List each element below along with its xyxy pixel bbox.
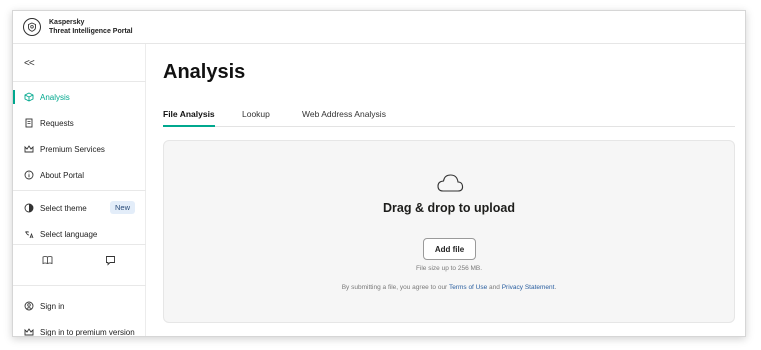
select-theme-label: Select theme	[40, 203, 87, 213]
language-icon	[24, 229, 34, 239]
kaspersky-logo-icon[interactable]	[23, 18, 41, 36]
tab-file-analysis[interactable]: File Analysis	[163, 109, 215, 127]
select-language-item[interactable]: Select language	[13, 224, 146, 244]
crown-icon	[24, 144, 34, 154]
sign-in-label: Sign in	[40, 301, 65, 311]
brand-line-2: Threat Intelligence Portal	[49, 28, 133, 35]
analysis-tabs: File Analysis Lookup Web Address Analysi…	[163, 107, 735, 127]
collapse-sidebar-button[interactable]: <<	[24, 58, 35, 69]
sidebar-item-premium-services[interactable]: Premium Services	[13, 139, 146, 159]
divider	[13, 244, 146, 245]
divider	[13, 190, 146, 191]
crown-icon	[24, 327, 34, 336]
add-file-button[interactable]: Add file	[423, 238, 476, 260]
tab-lookup[interactable]: Lookup	[242, 109, 270, 125]
brand-line-1: Kaspersky	[49, 19, 85, 26]
cloud-icon	[436, 173, 464, 198]
sidebar-item-label: Analysis	[40, 92, 70, 102]
sidebar-item-label: Premium Services	[40, 144, 105, 154]
chat-icon[interactable]	[104, 254, 116, 266]
select-theme-item[interactable]: Select theme New	[13, 198, 146, 218]
sidebar-item-label: About Portal	[40, 170, 85, 180]
terms-and: and	[489, 284, 500, 291]
sign-in-item[interactable]: Sign in	[13, 296, 146, 316]
brand-name[interactable]: Kaspersky Threat Intelligence Portal	[49, 18, 133, 36]
terms-suffix: .	[554, 284, 557, 291]
theme-icon	[24, 203, 34, 213]
main-content: Analysis File Analysis Lookup Web Addres…	[147, 44, 745, 336]
file-size-note: File size up to 256 MB.	[415, 265, 483, 272]
document-icon	[24, 118, 34, 128]
sidebar-item-requests[interactable]: Requests	[13, 113, 146, 133]
top-bar: Kaspersky Threat Intelligence Portal	[13, 11, 745, 44]
divider	[13, 81, 146, 82]
terms-of-use-link[interactable]: Terms of Use	[449, 284, 487, 291]
utility-icons	[13, 250, 146, 270]
terms-prefix: By submitting a file, you agree to our	[341, 284, 448, 291]
sidebar: << Analysis Requests Premium Services Ab…	[13, 44, 146, 337]
sidebar-item-analysis[interactable]: Analysis	[13, 87, 146, 107]
sign-in-premium-label: Sign in to premium version	[40, 327, 135, 337]
page-title: Analysis	[163, 61, 246, 83]
sign-in-premium-item[interactable]: Sign in to premium version	[13, 322, 146, 337]
tab-web-address-analysis[interactable]: Web Address Analysis	[302, 109, 386, 125]
portal-window: Kaspersky Threat Intelligence Portal << …	[12, 10, 746, 337]
sidebar-item-about-portal[interactable]: About Portal	[13, 165, 146, 185]
terms-note: By submitting a file, you agree to our T…	[164, 284, 734, 291]
cube-icon	[24, 92, 34, 102]
info-icon	[24, 170, 34, 180]
new-badge: New	[109, 201, 135, 214]
book-icon[interactable]	[41, 254, 53, 266]
file-drop-zone[interactable]: Drag & drop to upload Add file File size…	[163, 140, 735, 323]
privacy-statement-link[interactable]: Privacy Statement	[502, 284, 555, 291]
sidebar-item-label: Requests	[40, 118, 74, 128]
select-language-label: Select language	[40, 229, 98, 239]
user-icon	[24, 301, 34, 311]
upload-title: Drag & drop to upload	[383, 201, 515, 215]
divider	[13, 285, 146, 286]
